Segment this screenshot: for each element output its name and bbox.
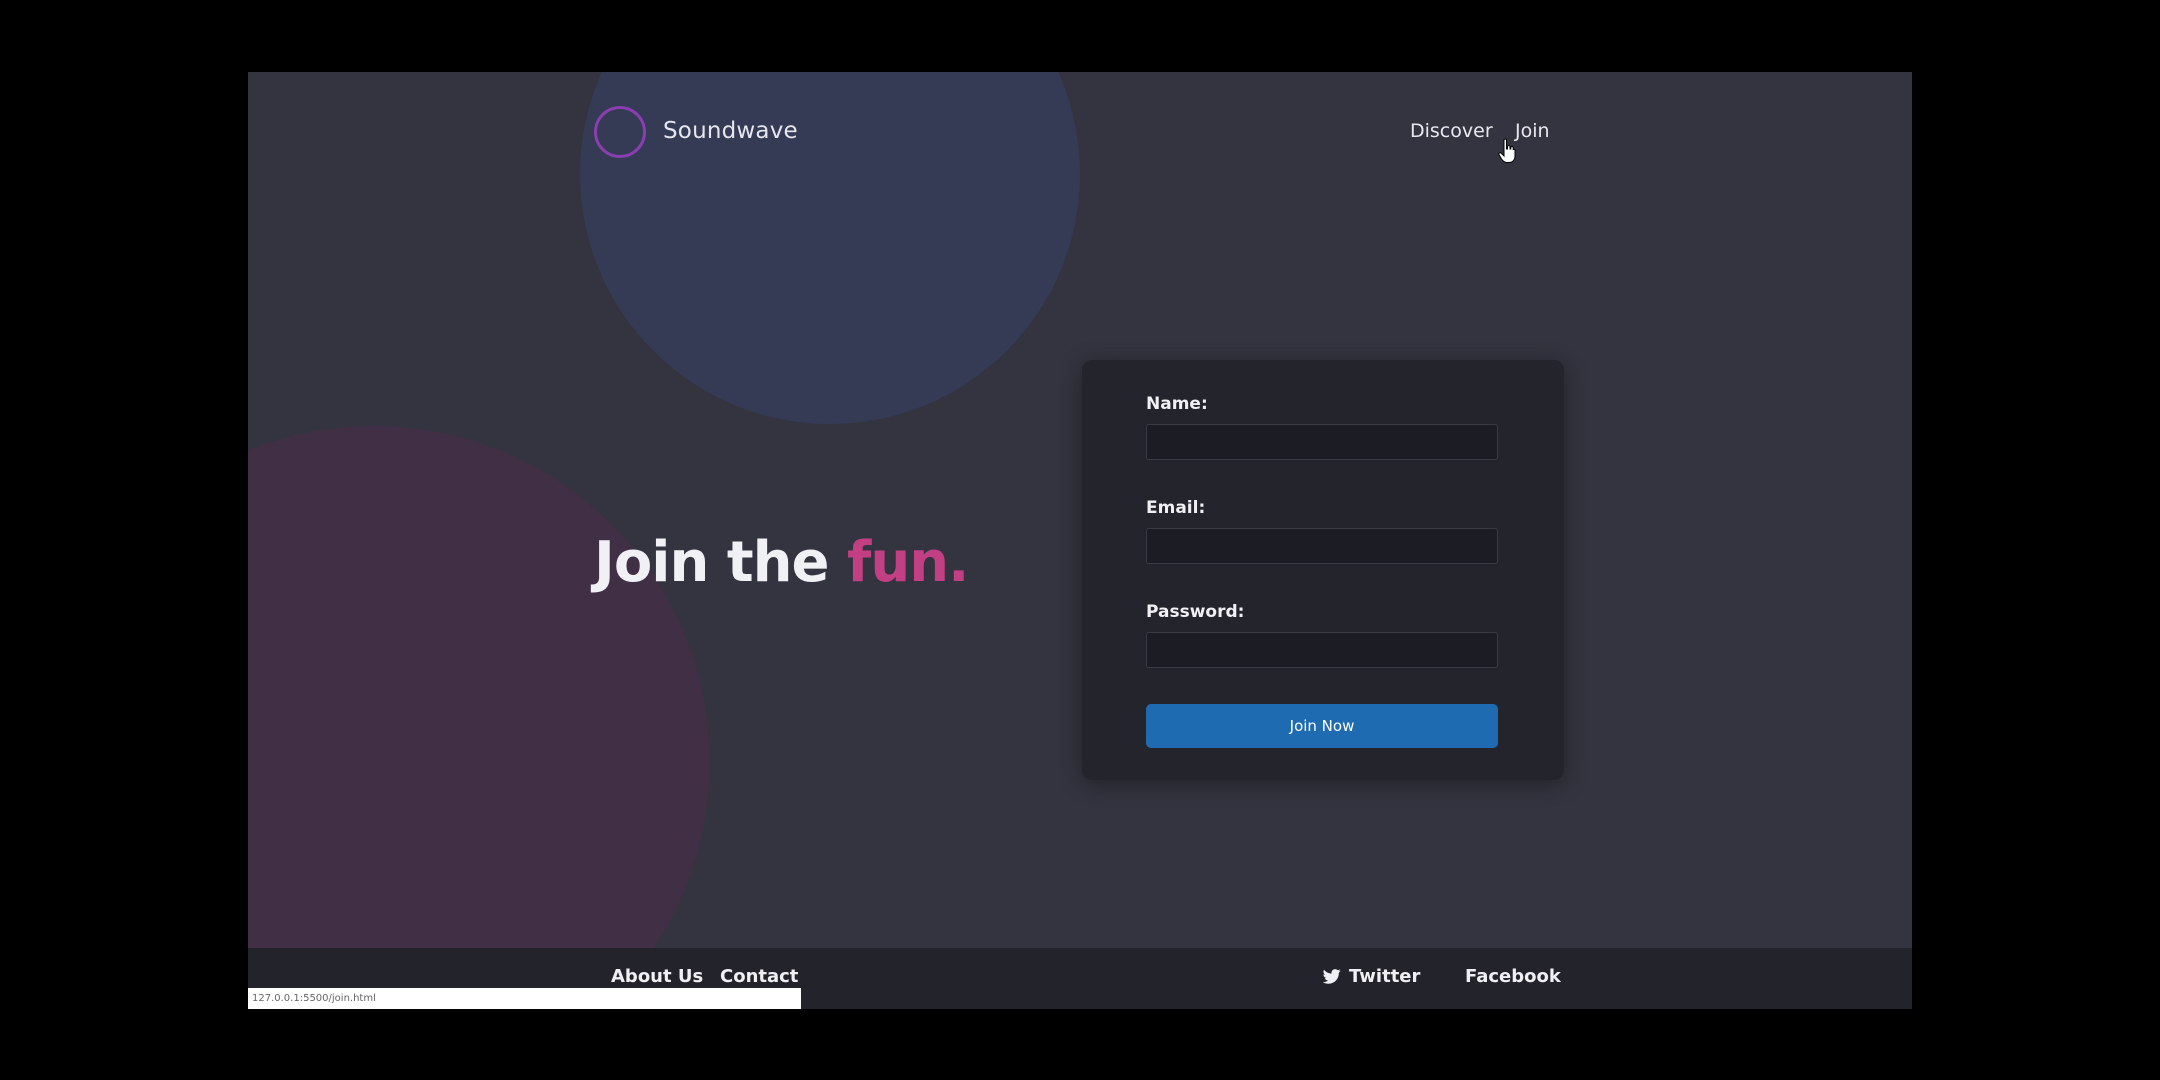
name-label: Name:: [1146, 394, 1208, 414]
password-input[interactable]: [1146, 632, 1498, 668]
footer-twitter-link[interactable]: Twitter: [1323, 966, 1420, 987]
name-input[interactable]: [1146, 424, 1498, 460]
nav-discover-link[interactable]: Discover: [1410, 120, 1493, 142]
hand-pointer-icon: [1498, 138, 1516, 163]
decorative-red-circle: [248, 426, 710, 1009]
brand-name[interactable]: Soundwave: [663, 118, 798, 144]
email-input[interactable]: [1146, 528, 1498, 564]
footer-contact-link[interactable]: Contact: [720, 966, 798, 987]
browser-viewport: Soundwave Discover Join Join the fun. Na…: [248, 72, 1912, 1009]
hero-title-prefix: Join the: [594, 530, 847, 595]
footer-facebook-link[interactable]: Facebook: [1465, 966, 1561, 987]
waveform-icon: [603, 118, 637, 146]
join-form-card: Name: Email: Password: Join Now: [1082, 360, 1564, 780]
password-label: Password:: [1146, 602, 1245, 622]
hero-title: Join the fun.: [594, 530, 969, 595]
status-bar-url: 127.0.0.1:5500/join.html: [248, 988, 801, 1009]
twitter-bird-icon: [1323, 969, 1341, 984]
email-label: Email:: [1146, 498, 1206, 518]
footer-about-link[interactable]: About Us: [611, 966, 703, 987]
hero-title-accent: fun.: [846, 530, 969, 595]
twitter-label: Twitter: [1349, 966, 1421, 987]
nav-join-link[interactable]: Join: [1515, 120, 1550, 142]
join-now-button[interactable]: Join Now: [1146, 704, 1498, 748]
soundwave-logo-icon[interactable]: [594, 106, 646, 158]
site-header: Soundwave Discover Join: [248, 72, 1912, 192]
